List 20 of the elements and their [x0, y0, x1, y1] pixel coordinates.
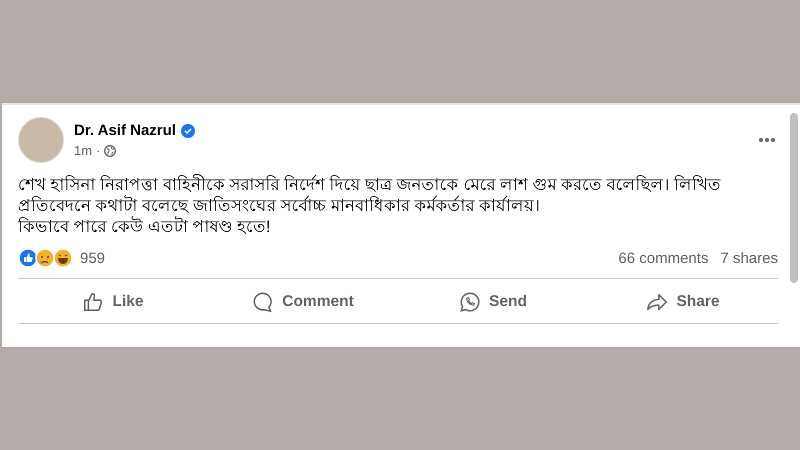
author-name[interactable]: Dr. Asif Nazrul	[74, 122, 176, 139]
more-options-icon[interactable]	[758, 137, 776, 143]
thumbs-up-icon	[82, 291, 104, 313]
globe-icon	[104, 144, 116, 156]
separator-dot: ·	[96, 143, 100, 158]
post-time[interactable]: 1m	[74, 143, 92, 158]
post-text: শেখ হাসিনা নিরাপত্তা বাহিনীকে সরাসরি নির্দেশ দিয়ে ছাত্র জনতাকে মেরে লাশ গুম করতে বলেছিল। লিখিত প্রতিবেদনে কথাটা বলেছে জাতিসংঘের সর্বোচ্চ মানবাধিকার কর্মকর্তার কার্যালয়।	[18, 175, 722, 216]
chat-phone-icon	[459, 291, 482, 313]
share-button[interactable]: Share	[588, 281, 778, 323]
send-button[interactable]: Send	[398, 281, 588, 323]
share-arrow-icon	[646, 291, 668, 313]
comments-count[interactable]: 66 comments	[618, 250, 708, 266]
scrollbar[interactable]	[790, 113, 798, 283]
shares-count[interactable]: 7 shares	[720, 250, 778, 266]
reaction-icons[interactable]	[18, 248, 74, 268]
post-text: কিভাবে পারে কেউ এতটা পাষণ্ড হতে!	[18, 217, 272, 238]
comment-button[interactable]: Comment	[208, 281, 398, 323]
speech-bubble-icon	[252, 291, 274, 313]
like-button[interactable]: Like	[18, 281, 208, 323]
reaction-count[interactable]: 959	[80, 250, 106, 266]
